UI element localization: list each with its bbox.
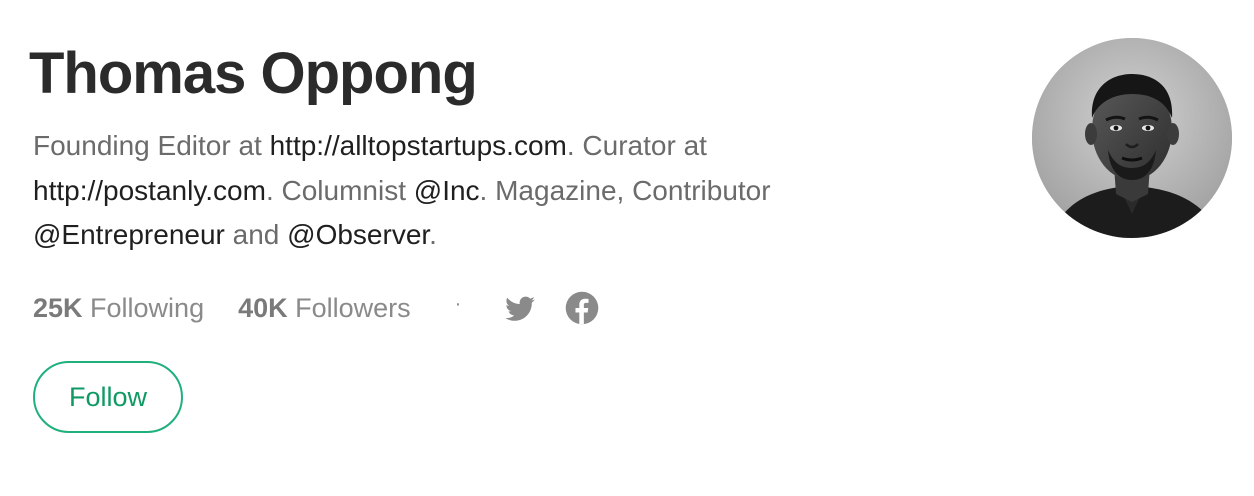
following-count: 25K [33, 292, 83, 323]
bio-mention-observer[interactable]: @Observer [287, 219, 429, 250]
followers-count: 40K [238, 292, 288, 323]
facebook-icon[interactable] [565, 291, 599, 325]
following-label: Following [82, 292, 205, 323]
follow-button[interactable]: Follow [33, 361, 183, 433]
profile-header: Thomas Oppong Founding Editor at http://… [0, 0, 1254, 496]
avatar[interactable] [1032, 38, 1232, 238]
bio-text: and [224, 219, 288, 250]
profile-name: Thomas Oppong [29, 41, 478, 106]
profile-bio: Founding Editor at http://alltopstartups… [33, 124, 893, 258]
bio-text: . Curator at [566, 130, 707, 161]
followers-link[interactable]: 40K Followers [238, 293, 411, 324]
bio-link-postanly[interactable]: http://postanly.com [33, 175, 266, 206]
bio-link-alltopstartups[interactable]: http://alltopstartups.com [270, 130, 567, 161]
bio-text: . Columnist [265, 174, 414, 206]
following-link[interactable]: 25K Following [33, 293, 204, 324]
bio-text: . [429, 219, 437, 250]
twitter-icon[interactable] [503, 291, 537, 325]
bio-text: Founding Editor at [33, 130, 270, 161]
stats-separator: · [454, 292, 462, 315]
bio-text: . Magazine, Contributor [479, 174, 771, 206]
bio-mention-inc[interactable]: @Inc [414, 175, 480, 206]
profile-stats: 25K Following 40K Followers · [33, 287, 599, 329]
bio-mention-entrepreneur[interactable]: @Entrepreneur [33, 219, 225, 250]
followers-label: Followers [287, 292, 411, 323]
